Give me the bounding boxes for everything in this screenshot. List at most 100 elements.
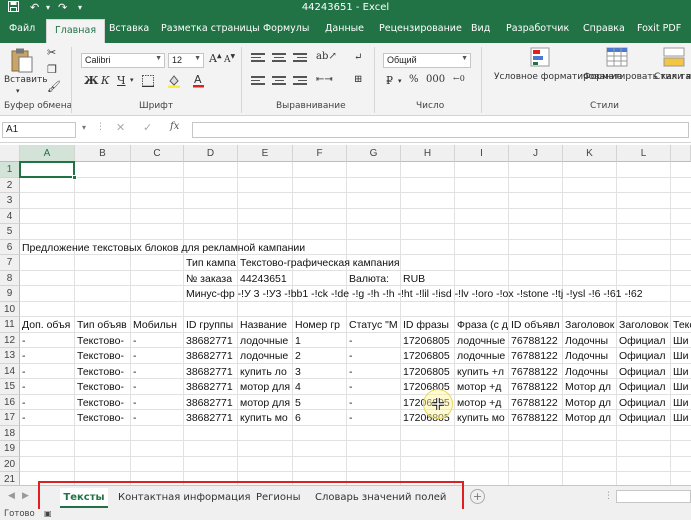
cell[interactable]: Ши	[671, 379, 691, 394]
shrink-font-icon[interactable]: A▼	[224, 53, 235, 65]
cell[interactable]: Тип кампа	[184, 255, 237, 270]
select-all-button[interactable]	[0, 145, 20, 162]
format-painter-icon[interactable]: 🖌	[47, 80, 61, 93]
cell[interactable]: Текстово-	[75, 332, 130, 347]
column-header[interactable]: H	[401, 145, 455, 162]
column-header[interactable]: E	[238, 145, 293, 162]
cell[interactable]: Номер гр	[293, 317, 346, 332]
font-color-icon[interactable]: A	[192, 73, 205, 91]
wrap-text-icon[interactable]: ↵	[354, 52, 362, 63]
cell[interactable]: 38682771	[184, 379, 237, 394]
column-header[interactable]: L	[617, 145, 671, 162]
cell[interactable]: Текстово-графическая кампания	[238, 255, 400, 270]
column-header[interactable]: J	[509, 145, 563, 162]
cell[interactable]: 2	[293, 348, 346, 363]
tab-foxit-pdf[interactable]: Foxit PDF	[637, 23, 681, 34]
format-as-table-icon[interactable]	[606, 47, 628, 70]
cell[interactable]: 76788122	[509, 363, 562, 378]
cell[interactable]: 17206805	[401, 363, 454, 378]
cell[interactable]: Мотор дл	[563, 410, 616, 425]
column-header[interactable]: A	[20, 145, 75, 162]
align-middle-icon[interactable]	[272, 53, 286, 64]
cell[interactable]: Ши	[671, 410, 691, 425]
tab-formulas[interactable]: Формулы	[263, 23, 309, 34]
cut-icon[interactable]: ✂	[47, 46, 56, 59]
cell[interactable]: RUB	[401, 270, 454, 285]
tab-data[interactable]: Данные	[325, 23, 364, 34]
cell[interactable]: 1	[293, 332, 346, 347]
cell[interactable]: -	[131, 363, 183, 378]
cell[interactable]: -	[347, 379, 400, 394]
cell[interactable]: Статус "М	[347, 317, 400, 332]
cell[interactable]: -	[131, 410, 183, 425]
align-top-icon[interactable]	[251, 53, 265, 64]
cell[interactable]: 76788122	[509, 394, 562, 409]
tab-home[interactable]: Главная	[46, 19, 106, 43]
name-box-dropdown-icon[interactable]: ▾	[82, 123, 86, 132]
cell[interactable]: мотор +д	[455, 379, 508, 394]
cell[interactable]: Валюта:	[347, 270, 400, 285]
formula-input[interactable]	[192, 122, 689, 138]
paste-label[interactable]: Вставить	[4, 75, 48, 86]
cell[interactable]: 38682771	[184, 348, 237, 363]
row-header[interactable]: 9	[0, 286, 20, 302]
cell[interactable]: Мобильн	[131, 317, 183, 332]
fill-color-icon[interactable]	[167, 74, 181, 91]
cell[interactable]: купить мо	[238, 410, 292, 425]
cell[interactable]: 4	[293, 379, 346, 394]
cell[interactable]: Заголовок	[617, 317, 670, 332]
cell[interactable]: лодочные	[238, 348, 292, 363]
cell[interactable]: Название	[238, 317, 292, 332]
cell-styles-icon[interactable]	[663, 47, 685, 70]
prev-sheet-icon[interactable]: ◀	[8, 491, 15, 501]
column-header[interactable]: C	[131, 145, 184, 162]
row-header[interactable]: 13	[0, 348, 20, 364]
cell[interactable]: 44243651	[238, 270, 292, 285]
align-center-icon[interactable]	[272, 76, 286, 87]
merge-cells-icon[interactable]: ⊞	[354, 74, 362, 85]
cell[interactable]: мотор +д	[455, 394, 508, 409]
cell[interactable]: -	[347, 410, 400, 425]
cell[interactable]: Официал	[617, 363, 670, 378]
row-header[interactable]: 17	[0, 410, 20, 426]
cell[interactable]: Тип объяв	[75, 317, 130, 332]
conditional-format-button[interactable]: Условное форматирование	[494, 72, 622, 83]
row-header[interactable]: 21	[0, 472, 20, 485]
cell[interactable]: Текс	[671, 317, 691, 332]
cell[interactable]: 3	[293, 363, 346, 378]
cell[interactable]: 76788122	[509, 332, 562, 347]
cell[interactable]: -	[347, 394, 400, 409]
tab-file[interactable]: Файл	[9, 23, 35, 34]
cell[interactable]: Официал	[617, 379, 670, 394]
cell[interactable]: -	[131, 379, 183, 394]
grow-font-icon[interactable]: A▲	[209, 52, 222, 65]
add-sheet-icon[interactable]: +	[470, 489, 485, 504]
cell[interactable]: мотор для	[238, 379, 292, 394]
chevron-down-icon[interactable]: ▾	[130, 76, 134, 84]
row-header[interactable]: 20	[0, 456, 20, 472]
row-header[interactable]: 11	[0, 317, 20, 333]
cell[interactable]: Текстово-	[75, 348, 130, 363]
row-header[interactable]: 4	[0, 208, 20, 224]
chevron-down-icon[interactable]: ▾	[398, 77, 402, 85]
font-name-combo[interactable]: Calibri ▼	[81, 53, 165, 68]
percent-format-button[interactable]: %	[409, 74, 419, 85]
cell[interactable]: Официал	[617, 410, 670, 425]
cell[interactable]: Ши	[671, 363, 691, 378]
fill-handle[interactable]	[72, 174, 77, 180]
cell[interactable]: Мотор дл	[563, 379, 616, 394]
cell[interactable]: -	[131, 394, 183, 409]
number-format-combo[interactable]: Общий ▼	[383, 53, 471, 68]
format-as-table-button[interactable]: Форматировать как таблицу	[583, 72, 691, 83]
bold-button[interactable]: Ж	[84, 74, 98, 87]
currency-format-button[interactable]: ₽	[386, 74, 393, 87]
cell-styles-button[interactable]: Стили ячеек	[654, 72, 691, 83]
cell[interactable]: купить мо	[455, 410, 508, 425]
cell[interactable]: Текстово-	[75, 394, 130, 409]
cell[interactable]: Ши	[671, 332, 691, 347]
italic-button[interactable]: К	[101, 74, 110, 87]
cell[interactable]: Лодочны	[563, 363, 616, 378]
align-right-icon[interactable]	[293, 76, 307, 87]
row-header[interactable]: 2	[0, 177, 20, 193]
cell[interactable]: 38682771	[184, 410, 237, 425]
